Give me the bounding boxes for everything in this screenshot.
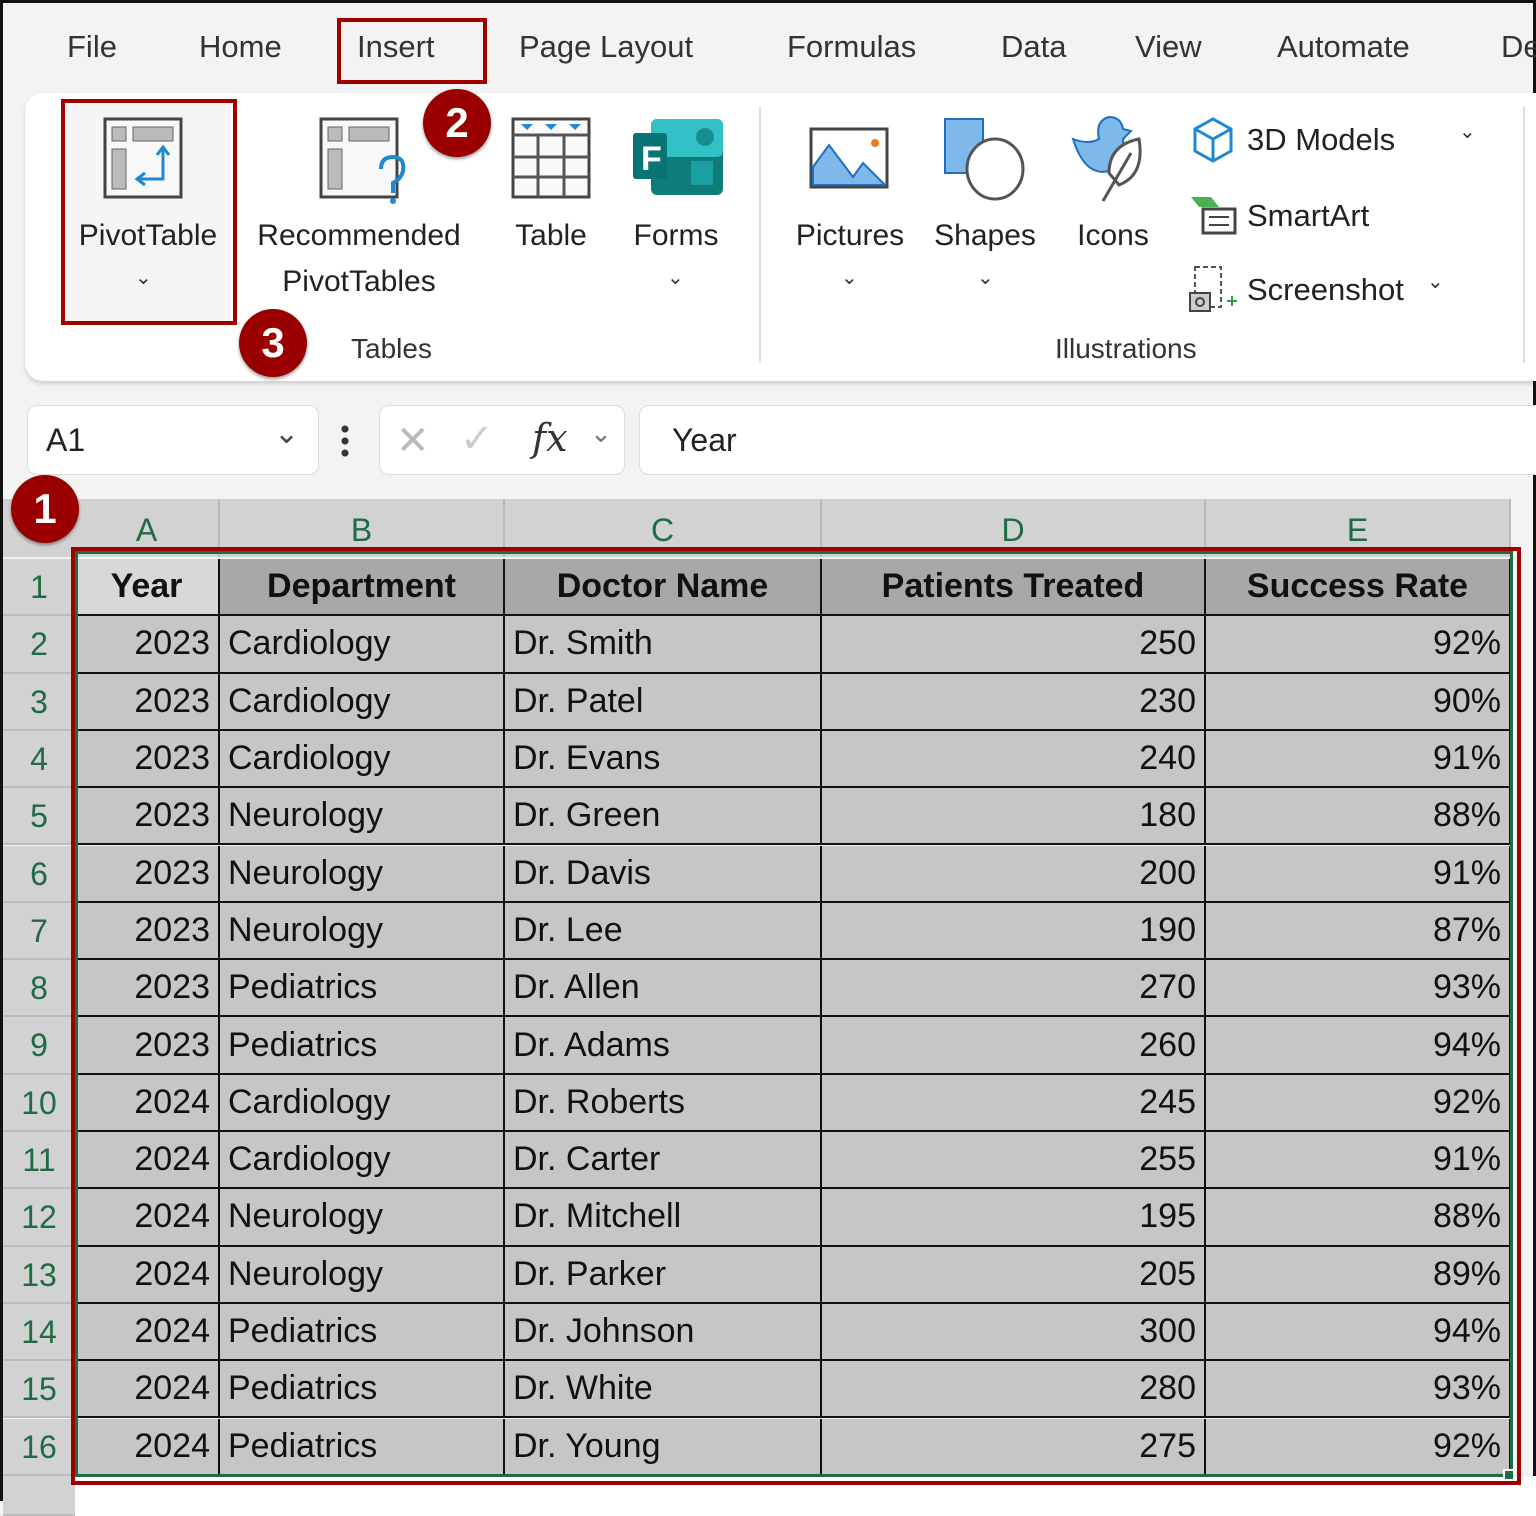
row-header[interactable]: 8: [3, 960, 75, 1018]
smartart-label: SmartArt: [1247, 198, 1370, 233]
more-options-icon[interactable]: [341, 423, 349, 459]
3d-models-button[interactable]: 3D Models ⌄: [1189, 115, 1489, 165]
smartart-button[interactable]: SmartArt: [1189, 191, 1409, 241]
forms-icon: F: [633, 119, 723, 195]
chevron-down-icon: ⌄: [1427, 271, 1444, 293]
icons-icon: [1071, 115, 1142, 202]
tab-data[interactable]: Data: [1001, 29, 1066, 65]
row-header[interactable]: 9: [3, 1017, 75, 1075]
step-badge-2: 2: [423, 89, 491, 157]
chevron-down-icon[interactable]: ⌄: [274, 416, 299, 451]
group-divider: [759, 107, 761, 363]
data-range-highlight: [71, 547, 1521, 1485]
tab-formulas[interactable]: Formulas: [787, 29, 916, 65]
shapes-icon: [944, 118, 1025, 201]
3d-models-label: 3D Models: [1247, 122, 1396, 157]
tables-group-label: Tables: [351, 333, 432, 364]
insert-tab-highlight: [337, 18, 487, 84]
row-header[interactable]: 5: [3, 788, 75, 846]
shapes-button[interactable]: Shapes ⌄: [927, 103, 1043, 303]
name-box-value: A1: [46, 422, 86, 458]
shapes-label: Shapes: [934, 219, 1036, 252]
row-header[interactable]: 3: [3, 673, 75, 731]
recommended-pivottables-icon: [319, 117, 406, 204]
row-header[interactable]: 13: [3, 1246, 75, 1304]
tab-home[interactable]: Home: [199, 29, 282, 65]
enter-icon[interactable]: ✓: [460, 416, 494, 462]
chevron-down-icon: ⌄: [841, 267, 858, 289]
table-button[interactable]: Table: [503, 103, 599, 283]
step-badge-3: 3: [239, 309, 307, 377]
row-header[interactable]: 6: [3, 845, 75, 903]
tab-automate[interactable]: Automate: [1277, 29, 1410, 65]
forms-button[interactable]: F Forms ⌄: [623, 103, 729, 303]
step-badge-1: 1: [11, 475, 79, 543]
row-header[interactable]: 15: [3, 1361, 75, 1419]
row-header[interactable]: 11: [3, 1132, 75, 1190]
tab-de[interactable]: De: [1501, 29, 1536, 65]
row-header[interactable]: 4: [3, 730, 75, 789]
pivottable-highlight: [61, 99, 237, 325]
tab-view[interactable]: View: [1135, 29, 1202, 65]
icons-button[interactable]: Icons: [1063, 103, 1163, 283]
recommended-label-2: PivotTables: [282, 265, 436, 298]
chevron-down-icon: ⌄: [667, 267, 684, 289]
tab-file[interactable]: File: [67, 29, 117, 65]
row-header[interactable]: 1: [3, 559, 75, 617]
row-header[interactable]: 10: [3, 1074, 75, 1132]
row-header[interactable]: 16: [3, 1418, 75, 1476]
row-header[interactable]: 7: [3, 902, 75, 961]
group-divider: [1523, 107, 1525, 363]
chevron-down-icon: ⌄: [1459, 121, 1476, 143]
screenshot-icon: [1189, 266, 1237, 312]
row-header[interactable]: 12: [3, 1189, 75, 1247]
illustrations-group-label: Illustrations: [1055, 333, 1197, 364]
insert-function-icon[interactable]: fx: [532, 416, 568, 460]
row-header[interactable]: 14: [3, 1303, 75, 1362]
svg-text:F: F: [641, 140, 662, 178]
formula-actions: ✕ ✓ fx ⌄: [379, 405, 625, 475]
forms-label: Forms: [633, 219, 719, 252]
pictures-button[interactable]: Pictures ⌄: [787, 103, 913, 303]
smartart-icon: [1191, 197, 1237, 235]
formula-input[interactable]: Year: [639, 405, 1536, 475]
screenshot-label: Screenshot: [1247, 272, 1404, 307]
row-header[interactable]: 2: [3, 616, 75, 674]
recommended-label-1: Recommended: [257, 219, 461, 252]
table-icon: [511, 117, 591, 199]
chevron-down-icon[interactable]: ⌄: [590, 418, 612, 449]
cube-icon: [1193, 117, 1233, 163]
tab-page-layout[interactable]: Page Layout: [519, 29, 693, 65]
name-box[interactable]: A1 ⌄: [27, 405, 319, 475]
formula-value: Year: [672, 422, 737, 458]
icons-label: Icons: [1077, 219, 1149, 252]
screenshot-button[interactable]: Screenshot ⌄: [1189, 265, 1459, 315]
pictures-label: Pictures: [795, 219, 905, 252]
row-header[interactable]: [3, 1475, 75, 1516]
chevron-down-icon: ⌄: [977, 267, 994, 289]
table-label: Table: [515, 219, 587, 252]
cancel-icon[interactable]: ✕: [396, 418, 430, 464]
pictures-icon: [809, 127, 889, 189]
